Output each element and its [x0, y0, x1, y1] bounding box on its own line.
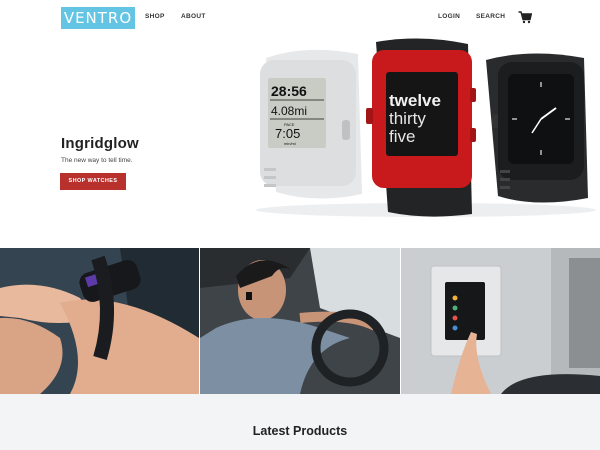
black-watch [486, 53, 588, 203]
red-watch: twelve thirty five [366, 38, 476, 217]
page: VENTRO SHOP ABOUT LOGIN SEARCH Ingridglo… [0, 0, 600, 450]
hero-watches-image: twelve thirty five 28:56 4.08mi PACE 7:0… [256, 38, 596, 217]
wall-panel-photo [401, 248, 600, 394]
hero-subtitle: The new way to tell time. [61, 157, 133, 164]
red-watch-line2: thirty [389, 109, 426, 128]
red-watch-line3: five [389, 127, 415, 146]
nav-shop-link[interactable]: SHOP [145, 13, 165, 20]
fitness-band-photo [0, 248, 199, 394]
white-watch-pace: 7:05 [275, 126, 300, 141]
site-header: VENTRO SHOP ABOUT LOGIN SEARCH [0, 0, 600, 36]
nav-search-link[interactable]: SEARCH [476, 13, 505, 20]
shop-watches-button[interactable]: SHOP WATCHES [60, 173, 126, 190]
nav-about-link[interactable]: ABOUT [181, 13, 206, 20]
latest-products-section: Latest Products [0, 394, 600, 450]
driving-photo [200, 248, 400, 394]
white-watch-time: 28:56 [271, 83, 307, 99]
cart-icon[interactable] [518, 11, 532, 24]
red-watch-line1: twelve [389, 91, 441, 110]
white-watch: 28:56 4.08mi PACE 7:05 min/mi [260, 49, 362, 199]
feature-images [0, 248, 600, 394]
hero-title: Ingridglow [61, 135, 139, 152]
latest-products-title: Latest Products [252, 424, 348, 438]
brand-logo[interactable]: VENTRO [61, 7, 135, 29]
white-watch-distance: 4.08mi [271, 104, 307, 118]
nav-login-link[interactable]: LOGIN [438, 13, 460, 20]
white-watch-pace-unit: min/mi [284, 141, 296, 146]
